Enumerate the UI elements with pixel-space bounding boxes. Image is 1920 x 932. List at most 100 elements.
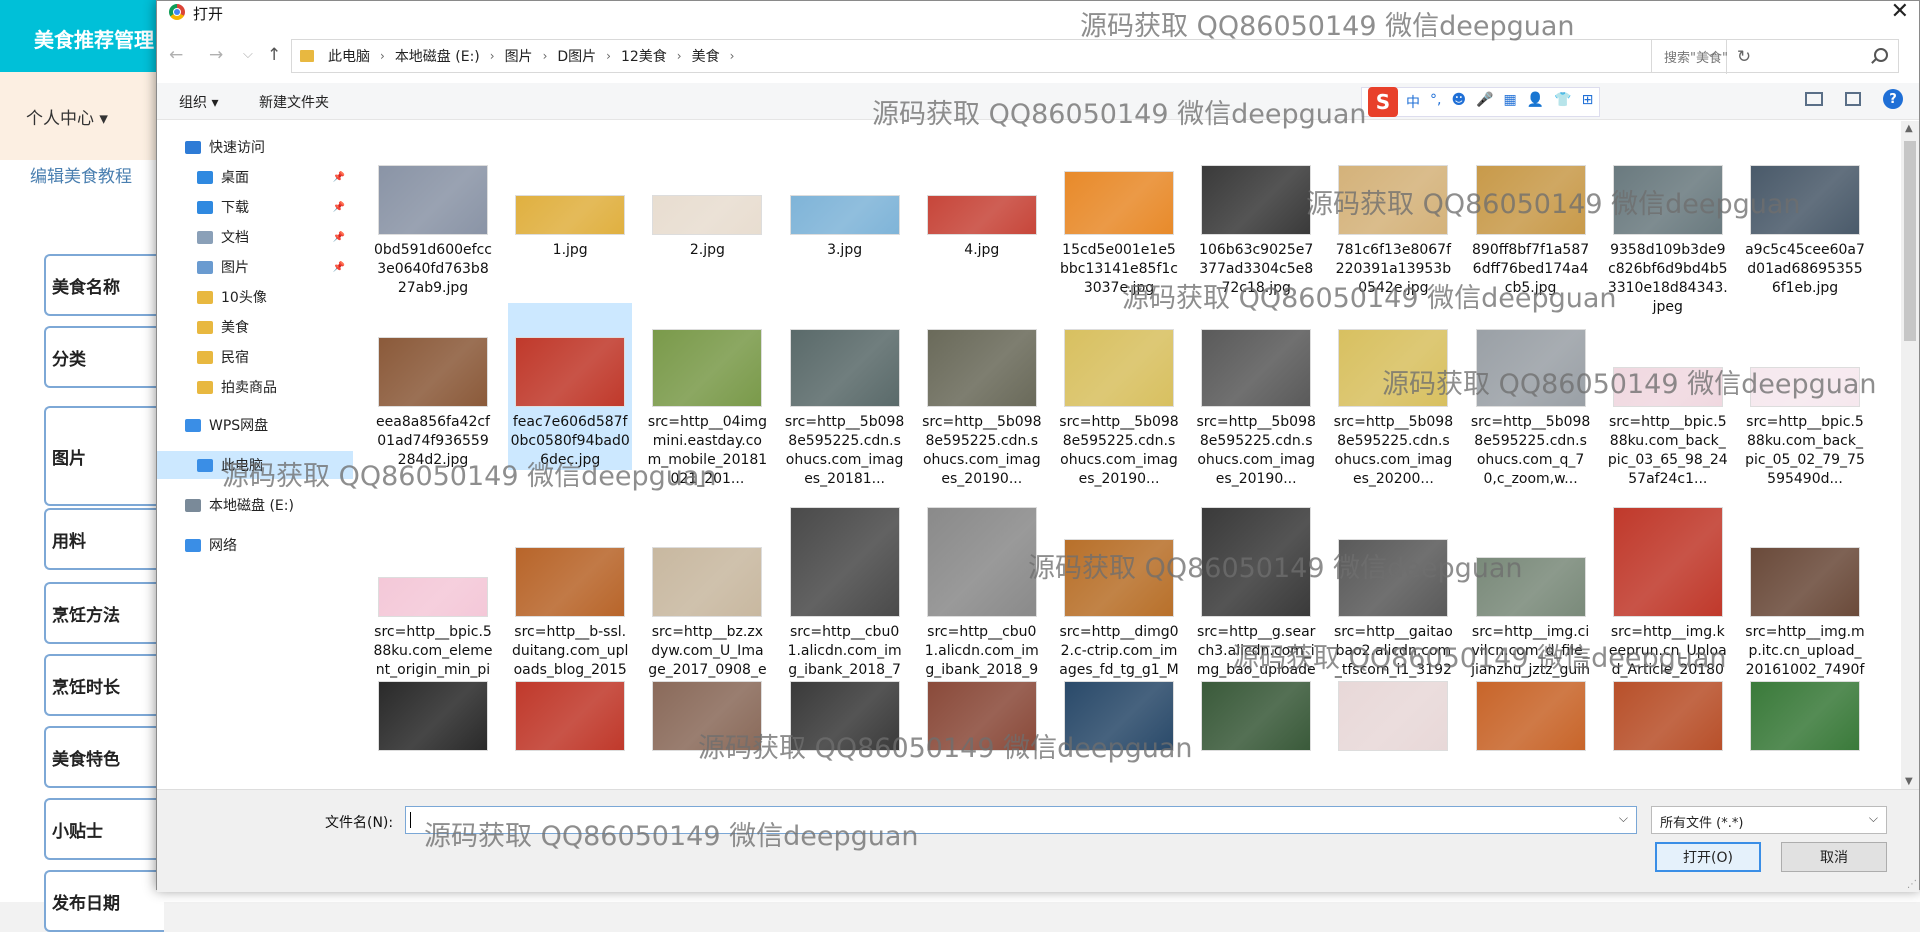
- file-item[interactable]: [1331, 647, 1455, 757]
- preview-pane-icon[interactable]: [1845, 92, 1861, 106]
- file-item[interactable]: eea8a856fa42cf01ad74f936559284d2.jpg: [371, 303, 495, 470]
- file-item[interactable]: 106b63c9025e7377ad3304c5e872c18.jpg: [1194, 131, 1318, 298]
- file-item[interactable]: [920, 647, 1044, 757]
- breadcrumb-separator-icon[interactable]: ›: [677, 49, 682, 63]
- help-icon[interactable]: ?: [1883, 89, 1903, 109]
- breadcrumb-item[interactable]: D图片: [557, 46, 596, 66]
- file-item[interactable]: 0bd591d600efcc3e0640fd763b827ab9.jpg: [371, 131, 495, 298]
- organize-menu[interactable]: 组织 ▾: [179, 92, 218, 112]
- breadcrumb-item[interactable]: 本地磁盘 (E:): [395, 46, 480, 66]
- ime-tool-icon[interactable]: ▦: [1504, 92, 1517, 112]
- back-button[interactable]: ←: [169, 45, 183, 65]
- dialog-title: 打开: [193, 5, 224, 23]
- file-name-input[interactable]: ⌵: [405, 806, 1637, 834]
- scrollbar-thumb[interactable]: [1904, 141, 1916, 341]
- file-item[interactable]: [1743, 647, 1867, 757]
- breadcrumb-item[interactable]: 美食: [692, 46, 720, 66]
- file-item[interactable]: feac7e606d587f0bc0580f94bad06dec.jpg: [508, 303, 633, 470]
- file-item[interactable]: src=http__5b0988e595225.cdn.sohucs.com_i…: [1194, 303, 1318, 489]
- change-view-icon[interactable]: [1805, 92, 1823, 106]
- nav-item[interactable]: 下载 📌: [157, 193, 353, 221]
- file-item[interactable]: 3.jpg: [783, 131, 907, 260]
- ime-tool-icon[interactable]: ⊞: [1582, 92, 1594, 112]
- nav-item[interactable]: 10头像: [157, 283, 353, 311]
- file-item[interactable]: src=http__bpic.588ku.com_back_pic_05_02_…: [1743, 303, 1867, 489]
- file-item[interactable]: src=http__04imgmini.eastday.com_mobile_2…: [645, 303, 769, 489]
- nav-item[interactable]: 网络: [157, 531, 353, 559]
- file-item[interactable]: 781c6f13e8067f220391a13953b0542e.jpg: [1331, 131, 1455, 298]
- breadcrumb-separator-icon[interactable]: ›: [543, 49, 548, 63]
- file-item[interactable]: [1057, 647, 1181, 757]
- file-item[interactable]: src=http__5b0988e595225.cdn.sohucs.com_i…: [1331, 303, 1455, 489]
- file-item[interactable]: src=http__5b0988e595225.cdn.sohucs.com_q…: [1469, 303, 1593, 489]
- user-center-menu[interactable]: 个人中心 ▾: [26, 104, 108, 129]
- breadcrumb-separator-icon[interactable]: ›: [380, 49, 385, 63]
- address-bar[interactable]: 此电脑 › 本地磁盘 (E:) › 图片 › D图片 › 12美食 › 美食 › ⌵ ↻: [291, 39, 1751, 74]
- file-name-dropdown-icon[interactable]: ⌵: [1619, 811, 1628, 826]
- file-item[interactable]: src=http__5b0988e595225.cdn.sohucs.com_i…: [920, 303, 1044, 489]
- new-folder-button[interactable]: 新建文件夹: [259, 92, 329, 112]
- sogou-ime-icon[interactable]: S: [1368, 87, 1398, 117]
- breadcrumb-separator-icon[interactable]: ›: [606, 49, 611, 63]
- file-thumbnail: [1612, 681, 1723, 751]
- file-thumbnail: [515, 681, 626, 751]
- ime-tool-icon[interactable]: ☻: [1451, 92, 1466, 112]
- vertical-scrollbar[interactable]: ▲ ▼: [1901, 121, 1919, 789]
- file-item[interactable]: 1.jpg: [508, 131, 632, 260]
- file-type-select[interactable]: 所有文件 (*.*) ⌵: [1651, 806, 1887, 834]
- file-item[interactable]: a9c5c45cee60a7d01ad686953556f1eb.jpg: [1743, 131, 1867, 298]
- scroll-down-icon[interactable]: ▼: [1905, 776, 1913, 787]
- nav-item[interactable]: 本地磁盘 (E:): [157, 491, 353, 519]
- file-item[interactable]: [371, 647, 495, 757]
- file-item[interactable]: 890ff8bf7f1a5876dff76bed174a4cb5.jpg: [1469, 131, 1593, 298]
- nav-item[interactable]: 此电脑: [157, 451, 353, 479]
- breadcrumb-item[interactable]: 图片: [505, 46, 533, 66]
- breadcrumb-separator-icon[interactable]: ›: [490, 49, 495, 63]
- nav-item[interactable]: 快速访问: [157, 133, 353, 161]
- file-item[interactable]: [783, 647, 907, 757]
- file-item[interactable]: 2.jpg: [645, 131, 769, 260]
- nav-item[interactable]: 文档 📌: [157, 223, 353, 251]
- file-item[interactable]: src=http__5b0988e595225.cdn.sohucs.com_i…: [1057, 303, 1181, 489]
- file-type-value: 所有文件 (*.*): [1660, 816, 1744, 831]
- nav-item[interactable]: 桌面 📌: [157, 163, 353, 191]
- close-button[interactable]: ✕: [1891, 0, 1909, 24]
- file-item[interactable]: [1194, 647, 1318, 757]
- ime-tool-icon[interactable]: 👕: [1554, 92, 1571, 112]
- file-item[interactable]: 4.jpg: [920, 131, 1044, 260]
- nav-item[interactable]: 拍卖商品: [157, 373, 353, 401]
- file-item[interactable]: 15cd5e001e1e5bbc13141e85f1c3037e.jpg: [1057, 131, 1181, 298]
- nav-item[interactable]: 美食: [157, 313, 353, 341]
- search-input[interactable]: 搜索"美食": [1651, 39, 1899, 73]
- file-item[interactable]: src=http__bpic.588ku.com_back_pic_03_65_…: [1606, 303, 1730, 489]
- ime-tool-icon[interactable]: 👤: [1527, 92, 1544, 112]
- breadcrumb-item[interactable]: 此电脑: [328, 46, 370, 66]
- picture-icon: [197, 260, 213, 274]
- nav-item[interactable]: 图片 📌: [157, 253, 353, 281]
- file-item[interactable]: src=http__5b0988e595225.cdn.sohucs.com_i…: [783, 303, 907, 489]
- file-item[interactable]: 9358d109b3de9c826bf6d9bd4b53310e18d84343…: [1606, 131, 1730, 317]
- form-label: 美食特色: [44, 726, 164, 788]
- recent-locations-button[interactable]: ⌵: [243, 47, 253, 62]
- ime-tool-icon[interactable]: °,: [1430, 92, 1441, 112]
- up-button[interactable]: ↑: [267, 45, 281, 65]
- file-type-dropdown-icon[interactable]: ⌵: [1869, 811, 1878, 826]
- folder-icon: [197, 380, 213, 394]
- cancel-button[interactable]: 取消: [1781, 842, 1887, 872]
- file-item[interactable]: [508, 647, 632, 757]
- breadcrumb-item[interactable]: 12美食: [621, 46, 667, 66]
- folder-icon: [300, 50, 314, 62]
- file-item[interactable]: [1606, 647, 1730, 757]
- breadcrumb-separator-icon[interactable]: ›: [730, 49, 735, 63]
- navigation-pane: 快速访问 桌面 📌 下载 📌 文档 📌 图片 📌 10头像 美食 民宿 拍卖商品 WPS网盘此电脑本地磁盘…: [157, 121, 353, 789]
- open-button[interactable]: 打开(O): [1655, 842, 1761, 872]
- ime-tool-icon[interactable]: 🎤: [1476, 92, 1493, 112]
- forward-button[interactable]: →: [209, 45, 223, 65]
- file-item[interactable]: [645, 647, 769, 757]
- file-item[interactable]: [1469, 647, 1593, 757]
- nav-item[interactable]: 民宿: [157, 343, 353, 371]
- nav-item[interactable]: WPS网盘: [157, 411, 353, 439]
- scroll-up-icon[interactable]: ▲: [1905, 123, 1913, 134]
- ime-tool-icon[interactable]: 中: [1406, 92, 1420, 112]
- resize-grip-icon[interactable]: ⋰: [1907, 879, 1917, 890]
